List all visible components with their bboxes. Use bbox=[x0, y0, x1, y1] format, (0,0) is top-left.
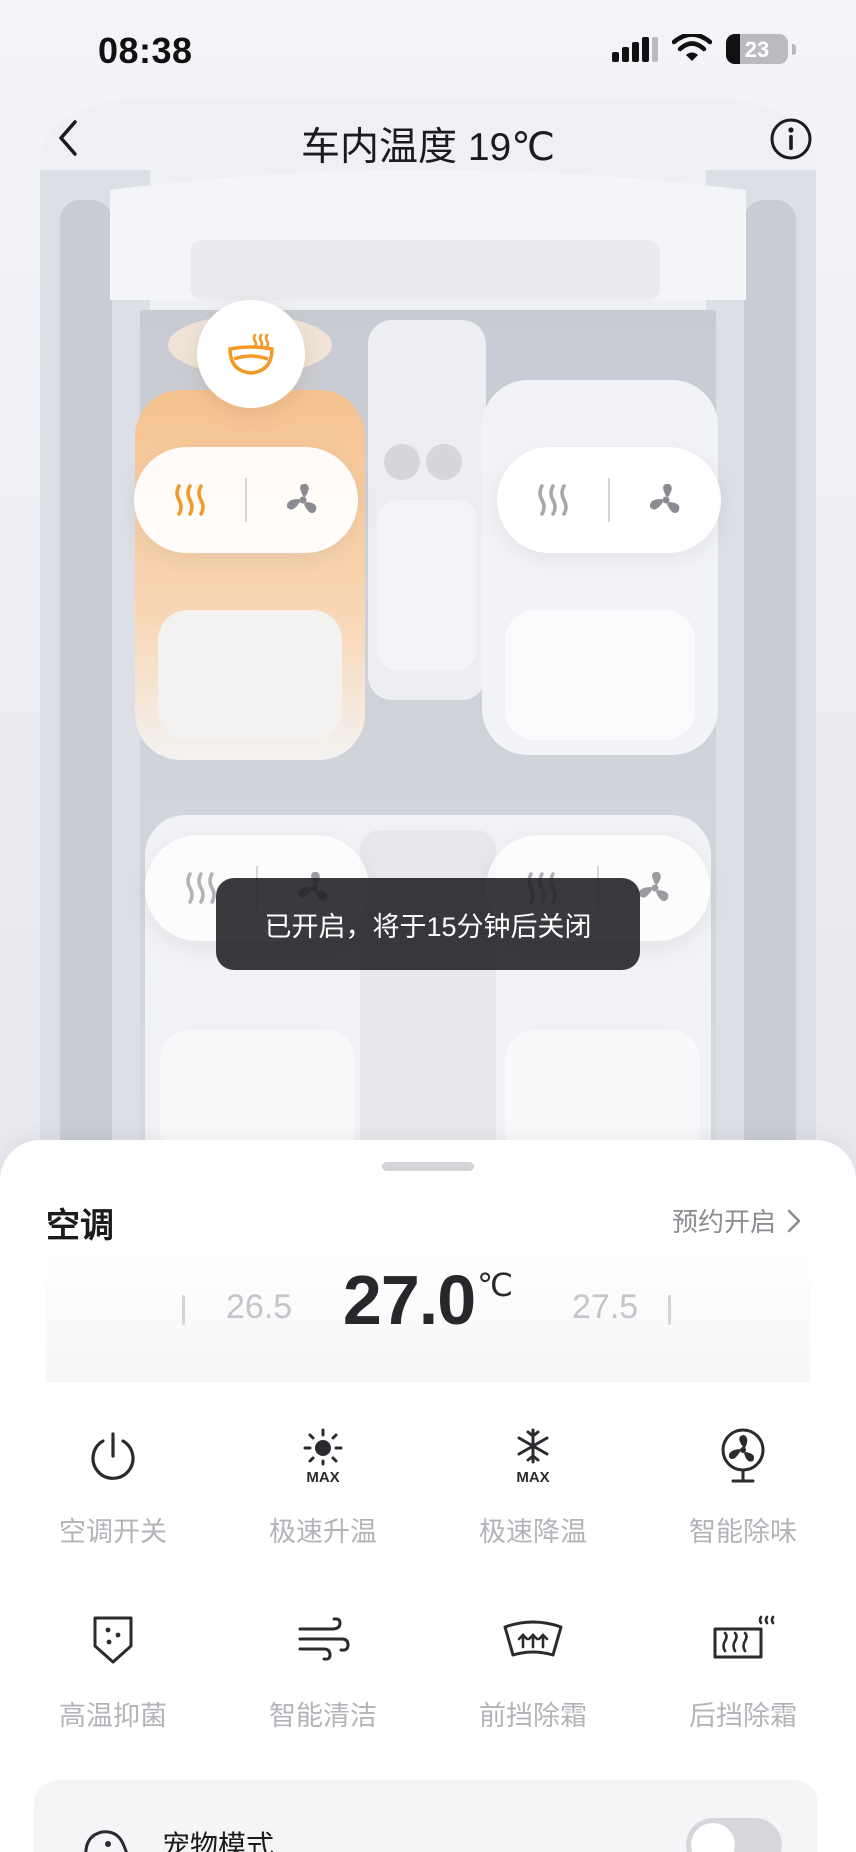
pet-mode-toggle[interactable] bbox=[686, 1818, 782, 1852]
temperature-value: 27.0 bbox=[342, 1261, 476, 1339]
front-defrost-icon bbox=[501, 1608, 565, 1672]
control-label: 极速降温 bbox=[479, 1517, 587, 1547]
control-label: 智能清洁 bbox=[269, 1701, 377, 1731]
ac-power-button[interactable]: 空调开关 bbox=[8, 1410, 218, 1594]
smart-clean-button[interactable]: 智能清洁 bbox=[218, 1594, 428, 1778]
seat-heat-icon bbox=[174, 484, 205, 516]
page-title: 车内温度 19℃ bbox=[300, 126, 555, 169]
temperature-next[interactable]: 27.5 bbox=[572, 1288, 638, 1327]
pet-mode-label: 宠物模式 bbox=[162, 1830, 275, 1852]
front-left-seat-controls bbox=[134, 447, 358, 553]
control-label: 智能除味 bbox=[689, 1517, 797, 1547]
climate-bottom-sheet: 空调 预约开启 26.5 27.0℃ 27.5 空调开关 MAX 极速升温 MA… bbox=[0, 1140, 856, 1852]
section-title: 空调 bbox=[46, 1207, 114, 1245]
svg-text:MAX: MAX bbox=[306, 1469, 339, 1486]
car-top-view-illustration bbox=[40, 100, 816, 1180]
wifi-icon bbox=[672, 34, 712, 61]
temperature-unit: ℃ bbox=[477, 1267, 514, 1303]
climate-controls-grid: 空调开关 MAX 极速升温 MAX 极速降温 智能除味 高温抑菌 智能清洁 前挡… bbox=[8, 1410, 848, 1778]
controls-row: 空调开关 MAX 极速升温 MAX 极速降温 智能除味 bbox=[8, 1410, 848, 1594]
front-right-seat-ventilation-button[interactable] bbox=[610, 447, 721, 553]
steering-wheel-heat-icon bbox=[228, 333, 274, 375]
seat-heat-icon bbox=[185, 872, 216, 904]
high-temp-sterilize-button[interactable]: 高温抑菌 bbox=[8, 1594, 218, 1778]
control-label: 高温抑菌 bbox=[59, 1701, 167, 1731]
rapid-heat-button[interactable]: MAX 极速升温 bbox=[218, 1410, 428, 1594]
toast-message: 已开启，将于15分钟后关闭 bbox=[216, 878, 640, 970]
battery-icon: 23 bbox=[726, 34, 788, 64]
info-button[interactable] bbox=[766, 114, 816, 164]
rapid-cool-button[interactable]: MAX 极速降温 bbox=[428, 1410, 638, 1594]
schedule-start-link[interactable]: 预约开启 bbox=[672, 1202, 802, 1239]
snowflake-max-icon: MAX bbox=[501, 1424, 565, 1488]
rear-defrost-button[interactable]: 后挡除霜 bbox=[638, 1594, 848, 1778]
battery-percent: 23 bbox=[744, 37, 770, 62]
chevron-right-icon bbox=[787, 1209, 801, 1232]
control-label: 空调开关 bbox=[59, 1517, 167, 1547]
toggle-knob bbox=[691, 1823, 735, 1852]
svg-text:MAX: MAX bbox=[516, 1469, 549, 1486]
front-left-seat-ventilation-button[interactable] bbox=[247, 447, 358, 553]
status-time: 08:38 bbox=[98, 30, 193, 71]
shield-icon bbox=[81, 1608, 145, 1672]
fan-icon bbox=[286, 483, 316, 513]
wind-icon bbox=[291, 1608, 355, 1672]
fan-icon bbox=[711, 1424, 775, 1488]
rear-defrost-icon bbox=[711, 1608, 775, 1672]
schedule-start-label: 预约开启 bbox=[671, 1207, 776, 1237]
sheet-drag-handle[interactable] bbox=[382, 1162, 474, 1171]
nav-bar: 车内温度 19℃ bbox=[0, 104, 856, 174]
controls-row: 高温抑菌 智能清洁 前挡除霜 后挡除霜 bbox=[8, 1594, 848, 1778]
pet-mode-card: 宠物模式 bbox=[34, 1780, 818, 1852]
status-icons: 23 bbox=[612, 34, 796, 64]
sun-max-icon: MAX bbox=[291, 1424, 355, 1488]
picker-tick bbox=[668, 1295, 671, 1325]
cellular-signal-icon bbox=[612, 37, 658, 62]
pet-icon bbox=[78, 1818, 134, 1852]
seat-heat-icon bbox=[537, 484, 568, 516]
front-defrost-button[interactable]: 前挡除霜 bbox=[428, 1594, 638, 1778]
status-bar: 08:38 23 bbox=[0, 0, 856, 100]
car-overview: 08:38 23 车内温度 19℃ 已开启，将于15分钟后关闭 bbox=[0, 0, 856, 1180]
front-right-seat-heat-button[interactable] bbox=[497, 447, 608, 553]
control-label: 极速升温 bbox=[269, 1517, 377, 1547]
power-icon bbox=[81, 1424, 145, 1488]
smart-deodorize-button[interactable]: 智能除味 bbox=[638, 1410, 848, 1594]
info-icon bbox=[770, 118, 812, 160]
front-left-seat-heat-button[interactable] bbox=[134, 447, 245, 553]
temperature-picker[interactable]: 26.5 27.0℃ 27.5 bbox=[46, 1250, 810, 1382]
front-right-seat-controls bbox=[497, 447, 721, 553]
fan-icon bbox=[649, 483, 679, 513]
control-label: 前挡除霜 bbox=[479, 1701, 587, 1731]
steering-wheel-heating-button[interactable] bbox=[197, 300, 305, 408]
battery-tip bbox=[792, 43, 796, 55]
temperature-current: 27.0℃ bbox=[46, 1260, 810, 1340]
control-label: 后挡除霜 bbox=[689, 1701, 797, 1731]
